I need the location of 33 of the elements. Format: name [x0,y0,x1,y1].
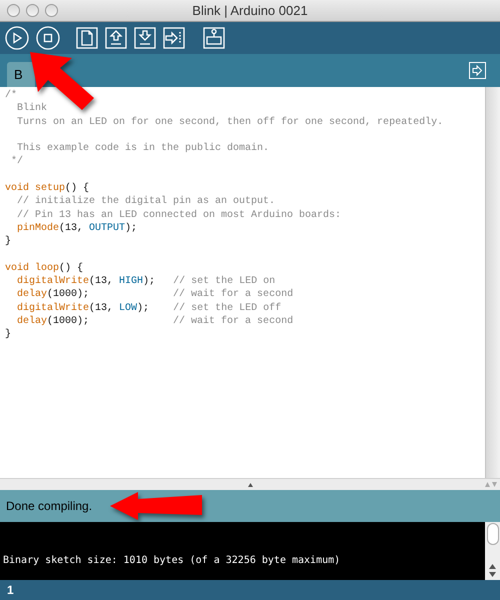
console-scrollbar[interactable] [485,522,500,580]
code-line: } [5,328,12,342]
line-number: 1 [7,582,14,599]
stop-icon[interactable] [36,26,60,50]
play-icon[interactable] [5,26,29,50]
code-line: Blink [16,102,48,116]
code-line: void loop() { [5,262,84,276]
code-line: pinMode(13, OUTPUT); [16,222,138,236]
scroll-thumb[interactable] [486,523,498,545]
code-line: */ [10,155,24,169]
new-file-icon[interactable] [76,27,98,49]
code-line: Turns on an LED on for one second, then off for one second, repeatedly. [16,116,444,129]
code-line: // initialize the digital pin as an output. [16,195,276,209]
code-line: /* [5,89,18,102]
tab-menu-icon[interactable] [469,62,486,79]
code-line: // Pin 13 has an LED connected on most Arduino boards: [16,208,342,222]
code-line: } [5,235,12,249]
scrollbar[interactable] [485,87,500,478]
code-line: digitalWrite(13, HIGH); // set the LED on [16,275,276,288]
code-line: delay(1000); // wait for a second [16,288,294,302]
code-line: This example code is in the public domain. [16,142,270,156]
scroll-down-icon[interactable] [489,572,496,577]
caret-icon[interactable] [248,482,252,486]
status-message: Done compiling. [6,498,92,515]
code-line: digitalWrite(13, LOW); // set the LED off [16,302,282,316]
monitor-icon[interactable] [203,27,225,49]
scroll-arrows-icon [485,482,497,487]
window-title: Blink | Arduino 0021 [192,2,308,20]
code-line: void setup() { [5,182,90,196]
tab[interactable]: B [7,62,35,87]
scroll-up-icon[interactable] [489,564,496,569]
code-line: delay(1000); // wait for a second [16,315,294,328]
console-line: Binary sketch size: 1010 bytes (of a 32256 byte maximum) [3,554,340,568]
